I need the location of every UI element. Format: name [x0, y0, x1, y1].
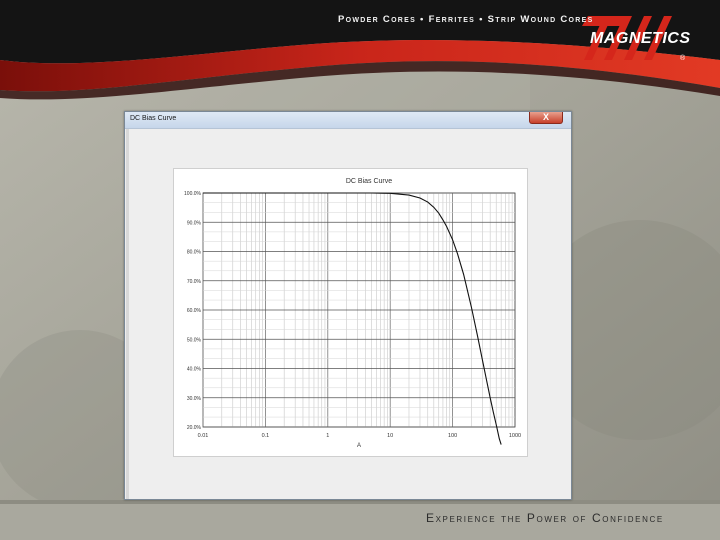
y-tick-label: 50.0%	[187, 337, 202, 343]
dc-bias-window: DC Bias Curve X DC Bias Curve 0.01 0.1 1 10 1…	[124, 111, 572, 500]
chart-title: DC Bias Curve	[346, 178, 392, 185]
y-tick-label: 80.0%	[187, 250, 202, 256]
y-tick-label: 20.0%	[187, 425, 202, 431]
x-tick-label: 10	[387, 433, 393, 439]
x-tick-label: 0.01	[198, 433, 209, 439]
y-tick-label: 70.0%	[187, 279, 202, 285]
y-tick-label: 40.0%	[187, 367, 202, 373]
y-tick-label: 60.0%	[187, 308, 202, 314]
x-tick-label: 0.1	[262, 433, 270, 439]
x-axis-label: A	[357, 443, 361, 449]
x-tick-label: 1	[326, 433, 329, 439]
close-button[interactable]: X	[529, 112, 563, 124]
window-titlebar[interactable]: DC Bias Curve X	[125, 112, 571, 129]
x-tick-label: 1000	[509, 433, 521, 439]
y-tick-label: 90.0%	[187, 220, 202, 226]
y-tick-label: 100.0%	[184, 191, 202, 197]
magnetics-logo: MAGNETICS	[590, 30, 691, 47]
chart-panel: DC Bias Curve 0.01 0.1 1 10 100 1000 A 100.0% 90.…	[173, 168, 528, 457]
footer-tagline: Experience the Power of Confidence	[426, 511, 664, 525]
y-tick-label: 30.0%	[187, 396, 202, 402]
window-title: DC Bias Curve	[130, 115, 177, 122]
registered-mark: ®	[680, 55, 686, 62]
dc-bias-chart: DC Bias Curve 0.01 0.1 1 10 100 1000 A 100.0% 90.…	[184, 178, 521, 449]
header-tagline: Powder Cores • Ferrites • Strip Wound Co…	[338, 14, 594, 25]
x-tick-label: 100	[448, 433, 457, 439]
window-left-edge	[126, 129, 129, 499]
